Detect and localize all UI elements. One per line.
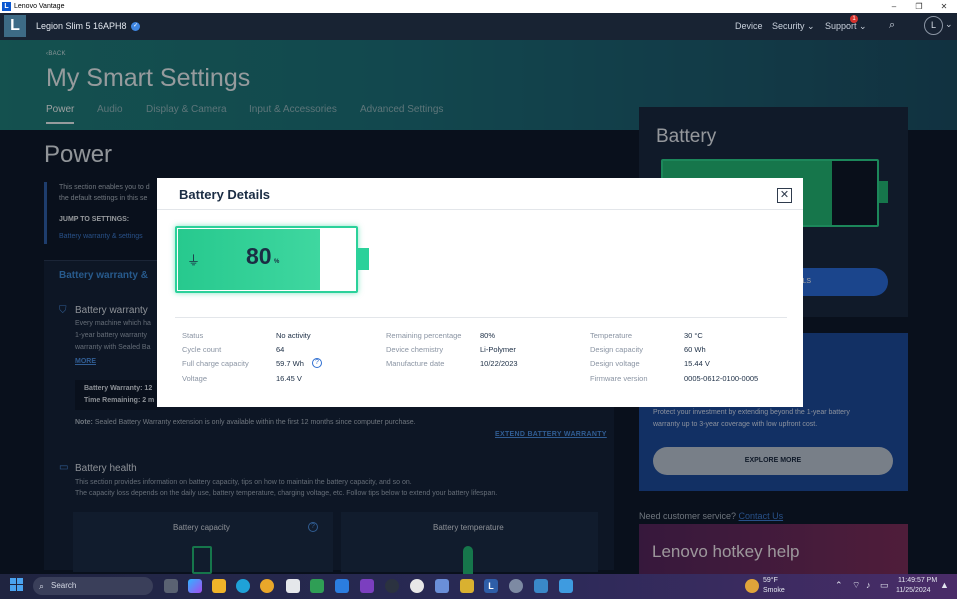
detail-value: 15.44 V [684,359,710,368]
chevron-down-icon: ⌄ [807,21,815,31]
app-header: L Legion Slim 5 16APH8 ✓ Device Security… [0,13,957,40]
chevron-down-icon[interactable]: ⌄ [945,19,953,30]
battery-icon[interactable]: ▭ [880,580,889,591]
device-name-label: Legion Slim 5 16APH8 [36,21,127,31]
minimize-button[interactable]: – [882,0,906,13]
weather-icon[interactable] [745,579,759,593]
detail-value: 60 Wh [684,345,706,354]
maximize-button[interactable]: ❐ [907,0,931,13]
detail-value: Li-Polymer [480,345,516,354]
dialog-title: Battery Details [179,187,271,202]
close-icon[interactable]: ✕ [777,188,792,203]
app-icon[interactable] [435,579,449,593]
detail-label: Manufacture date [386,359,445,368]
detail-value: 80% [480,331,496,340]
window-title: Lenovo Vantage [14,3,65,10]
search-icon[interactable]: ⌕ [889,19,895,32]
nav-security-label: Security [772,21,805,31]
percent-sign: % [274,259,280,265]
window-titlebar: L Lenovo Vantage – ❐ ✕ [0,0,957,13]
volume-icon[interactable]: ♪ [866,580,871,590]
vantage-logo-icon[interactable]: L [4,15,26,37]
clock-date[interactable]: 11/25/2024 [896,587,931,594]
detail-value: 10/22/2023 [480,359,518,368]
weather-temperature[interactable]: 59°F [763,577,778,584]
detail-label: Voltage [182,374,208,383]
search-icon: ⌕ [39,581,45,591]
detail-label: Design capacity [590,345,643,354]
detail-label: Temperature [590,331,633,340]
detail-value: 30 °C [684,331,703,340]
verified-check-icon: ✓ [131,22,141,32]
device-name: Legion Slim 5 16APH8 ✓ [36,21,141,32]
detail-label: Cycle count [182,345,222,354]
store-icon[interactable] [286,579,300,593]
chevron-up-icon[interactable]: ⌃ [835,580,843,591]
excel-icon[interactable] [310,579,324,593]
chevron-down-icon: ⌄ [859,21,867,31]
detail-value: 0005-0612-0100-0005 [684,374,759,383]
help-icon[interactable]: ? [312,358,322,368]
chrome-icon[interactable] [260,579,274,593]
battery-percentage: 80 [246,243,272,269]
settings-gear-icon[interactable] [509,579,523,593]
notification-bell-icon[interactable]: ▲ [940,580,949,590]
app-icon[interactable] [534,579,548,593]
detail-label: Remaining percentage [386,331,462,340]
detail-value: 64 [276,345,285,354]
app-icon[interactable] [559,579,573,593]
detail-label: Device chemistry [386,345,444,354]
github-icon[interactable] [410,579,424,593]
detail-label: Firmware version [590,374,648,383]
detail-value: No activity [276,331,311,340]
nav-security[interactable]: Security ⌄ [772,21,815,32]
detail-label: Status [182,331,204,340]
task-view-icon[interactable] [164,579,178,593]
details-divider [175,317,787,318]
copilot-icon[interactable] [188,579,202,593]
nav-device[interactable]: Device [735,21,763,31]
app-icon[interactable] [460,579,474,593]
windows-start-icon[interactable] [10,578,24,592]
app-icon[interactable] [385,579,399,593]
plug-icon: ⏚ [187,253,201,268]
support-notification-badge: 1 [850,15,858,23]
wifi-icon[interactable]: ⌔ [852,580,860,591]
clock-time[interactable]: 11:49:57 PM [898,577,937,584]
close-window-button[interactable]: ✕ [932,0,956,13]
avatar[interactable]: L [924,16,943,35]
detail-value: 59.7 Wh [276,359,304,368]
weather-description[interactable]: Smoke [763,587,785,594]
detail-value: 16.45 V [276,374,302,383]
taskbar-search-label: Search [51,581,77,590]
battery-level-tip [358,248,369,270]
dialog-divider [157,209,803,210]
detail-label: Full charge capacity [182,359,249,368]
detail-label: Design voltage [590,359,640,368]
nav-support[interactable]: Support ⌄ [825,21,867,32]
vantage-taskbar-icon[interactable]: L [484,579,498,593]
edge-icon[interactable] [236,579,250,593]
vscode-icon[interactable] [335,579,349,593]
lenovo-logo-icon: L [2,2,11,11]
file-explorer-icon[interactable] [212,579,226,593]
visual-studio-icon[interactable] [360,579,374,593]
taskbar-search[interactable]: ⌕ Search [33,577,153,595]
